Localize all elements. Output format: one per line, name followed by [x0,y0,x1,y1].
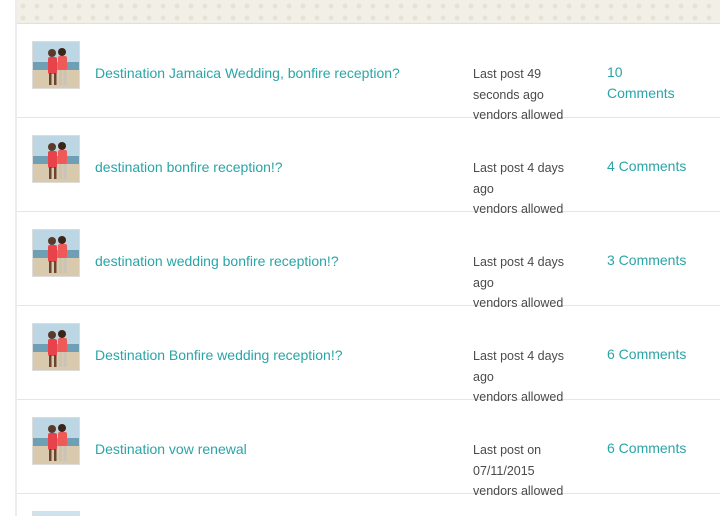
last-post-line2: ago [473,369,494,384]
thread-meta: Last post 4 days ago vendors allowed [473,158,583,220]
user-avatar[interactable] [32,323,80,371]
thread-title-link[interactable]: Destination vow renewal [95,440,465,458]
thread-title-link[interactable]: destination wedding bonfire reception!? [95,252,465,270]
thread-meta: Last post 49 seconds ago vendors allowed [473,64,583,126]
last-post-line1: Last post 4 days [473,255,565,269]
last-post-line2: 07/11/2015 [473,463,535,478]
last-post-line1: Last post 4 days [473,161,565,175]
avatar-photo-icon [33,324,79,370]
comments-count-link[interactable]: 10 Comments [607,62,687,104]
last-post-line1: Last post on [473,443,542,457]
avatar-photo-icon [33,230,79,276]
thread-meta: Last post on 07/11/2015 vendors allowed [473,440,583,502]
avatar-photo-icon [33,136,79,182]
thread-row: Destination Jamaica Wedding, bonfire rec… [17,24,720,122]
last-post-line2: ago [473,275,494,290]
thread-title-link[interactable]: Destination Bonfire wedding reception!? [95,346,465,364]
last-post-line2: seconds ago [473,87,544,102]
last-post-line1: Last post 49 [473,67,542,81]
last-post-line2: ago [473,181,494,196]
avatar-photo-icon [33,42,79,88]
thread-title-link[interactable]: destination bonfire reception!? [95,158,465,176]
thread-row: destination wedding bonfire reception!? … [17,212,720,310]
thread-row: Destination Bonfire wedding reception!? … [17,306,720,404]
comments-count-link[interactable]: 3 Comments [607,250,707,271]
comments-count-link[interactable]: 6 Comments [607,438,707,459]
user-avatar[interactable] [32,417,80,465]
user-avatar[interactable] [32,229,80,277]
thread-meta: Last post 4 days ago vendors allowed [473,252,583,314]
thread-row-partial [17,494,720,516]
last-post-line1: Last post 4 days [473,349,565,363]
comments-count-link[interactable]: 4 Comments [607,156,707,177]
section-header-strip [17,0,720,24]
avatar-photo-icon [33,418,79,464]
user-avatar[interactable] [32,511,80,516]
user-avatar[interactable] [32,41,80,89]
thread-row: Destination vow renewal Last post on 07/… [17,400,720,498]
thread-title-link[interactable]: Destination Jamaica Wedding, bonfire rec… [95,64,465,82]
forum-thread-list-page: Destination Jamaica Wedding, bonfire rec… [0,0,720,516]
thread-meta: Last post 4 days ago vendors allowed [473,346,583,408]
thread-row: destination bonfire reception!? Last pos… [17,118,720,216]
user-avatar[interactable] [32,135,80,183]
comments-count-link[interactable]: 6 Comments [607,344,707,365]
